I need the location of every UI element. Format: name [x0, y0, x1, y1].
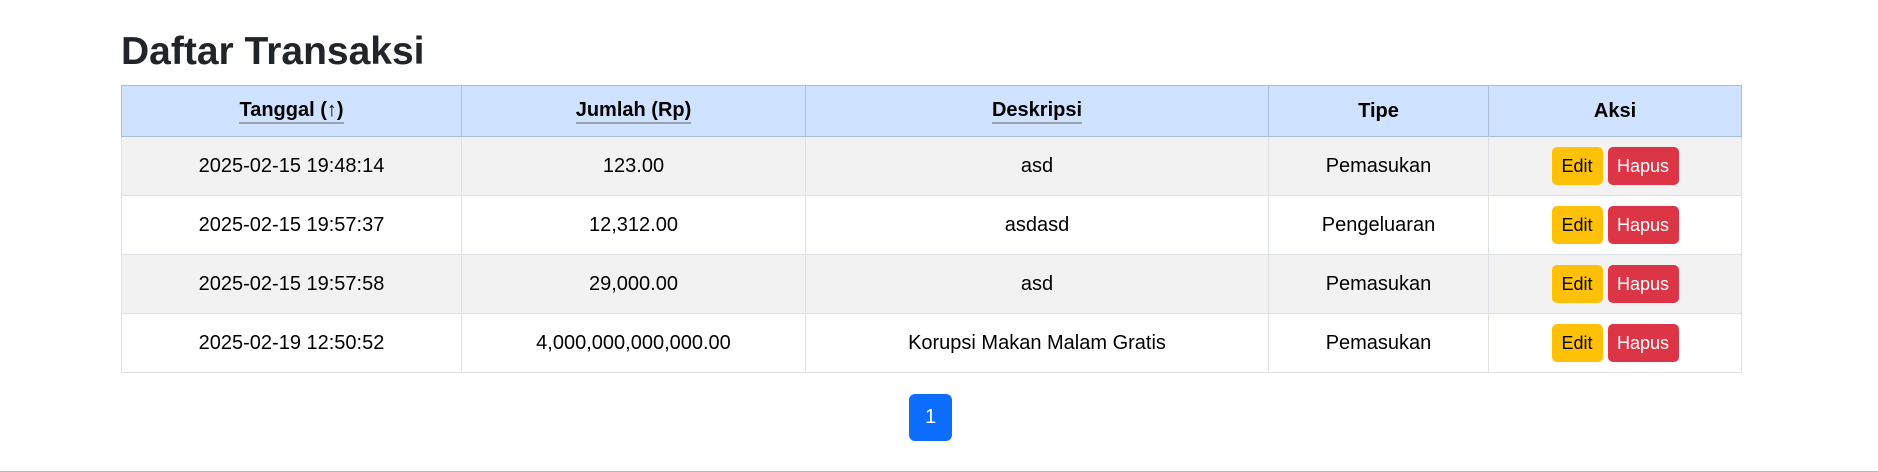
cell-amount: 4,000,000,000,000.00	[461, 313, 806, 373]
cell-amount: 12,312.00	[461, 195, 806, 255]
cell-type: Pemasukan	[1268, 136, 1489, 196]
column-header-amount[interactable]: Jumlah (Rp)	[461, 85, 806, 137]
cell-actions: Edit Hapus	[1488, 136, 1742, 196]
cell-actions: Edit Hapus	[1488, 254, 1742, 314]
pagination-page-button[interactable]: 1	[909, 394, 952, 441]
page-title: Daftar Transaksi	[121, 30, 425, 73]
cell-type: Pengeluaran	[1268, 195, 1489, 255]
table-row: 2025-02-15 19:57:58 29,000.00 asd Pemasu…	[121, 254, 1742, 314]
cell-type: Pemasukan	[1268, 313, 1489, 373]
cell-date: 2025-02-15 19:57:37	[121, 195, 462, 255]
table-row: 2025-02-15 19:57:37 12,312.00 asdasd Pen…	[121, 195, 1742, 255]
delete-button[interactable]: Hapus	[1607, 265, 1679, 303]
table-header-row: Tanggal (↑) Jumlah (Rp) Deskripsi Tipe A…	[121, 85, 1742, 137]
table-row: 2025-02-15 19:48:14 123.00 asd Pemasukan…	[121, 136, 1742, 196]
edit-button[interactable]: Edit	[1551, 265, 1603, 303]
cell-type: Pemasukan	[1268, 254, 1489, 314]
column-header-actions: Aksi	[1488, 85, 1742, 137]
column-header-description[interactable]: Deskripsi	[805, 85, 1269, 137]
transactions-table: Tanggal (↑) Jumlah (Rp) Deskripsi Tipe A…	[121, 85, 1742, 373]
edit-button[interactable]: Edit	[1551, 206, 1603, 244]
edit-button[interactable]: Edit	[1551, 147, 1603, 185]
delete-button[interactable]: Hapus	[1607, 206, 1679, 244]
cell-date: 2025-02-19 12:50:52	[121, 313, 462, 373]
cell-description: asd	[805, 254, 1269, 314]
table-row: 2025-02-19 12:50:52 4,000,000,000,000.00…	[121, 313, 1742, 373]
sort-link-amount[interactable]: Jumlah (Rp)	[575, 98, 692, 124]
delete-button[interactable]: Hapus	[1607, 324, 1679, 362]
column-header-type: Tipe	[1268, 85, 1489, 137]
cell-description: Korupsi Makan Malam Gratis	[805, 313, 1269, 373]
cell-date: 2025-02-15 19:48:14	[121, 136, 462, 196]
cell-amount: 123.00	[461, 136, 806, 196]
cell-amount: 29,000.00	[461, 254, 806, 314]
sort-link-description[interactable]: Deskripsi	[991, 98, 1083, 124]
cell-actions: Edit Hapus	[1488, 313, 1742, 373]
delete-button[interactable]: Hapus	[1607, 147, 1679, 185]
cell-date: 2025-02-15 19:57:58	[121, 254, 462, 314]
cell-actions: Edit Hapus	[1488, 195, 1742, 255]
edit-button[interactable]: Edit	[1551, 324, 1603, 362]
cell-description: asd	[805, 136, 1269, 196]
cell-description: asdasd	[805, 195, 1269, 255]
column-header-date[interactable]: Tanggal (↑)	[121, 85, 462, 137]
sort-link-date[interactable]: Tanggal (↑)	[239, 98, 344, 124]
page: Daftar Transaksi Tanggal (↑) Jumlah (Rp)…	[0, 0, 1878, 472]
